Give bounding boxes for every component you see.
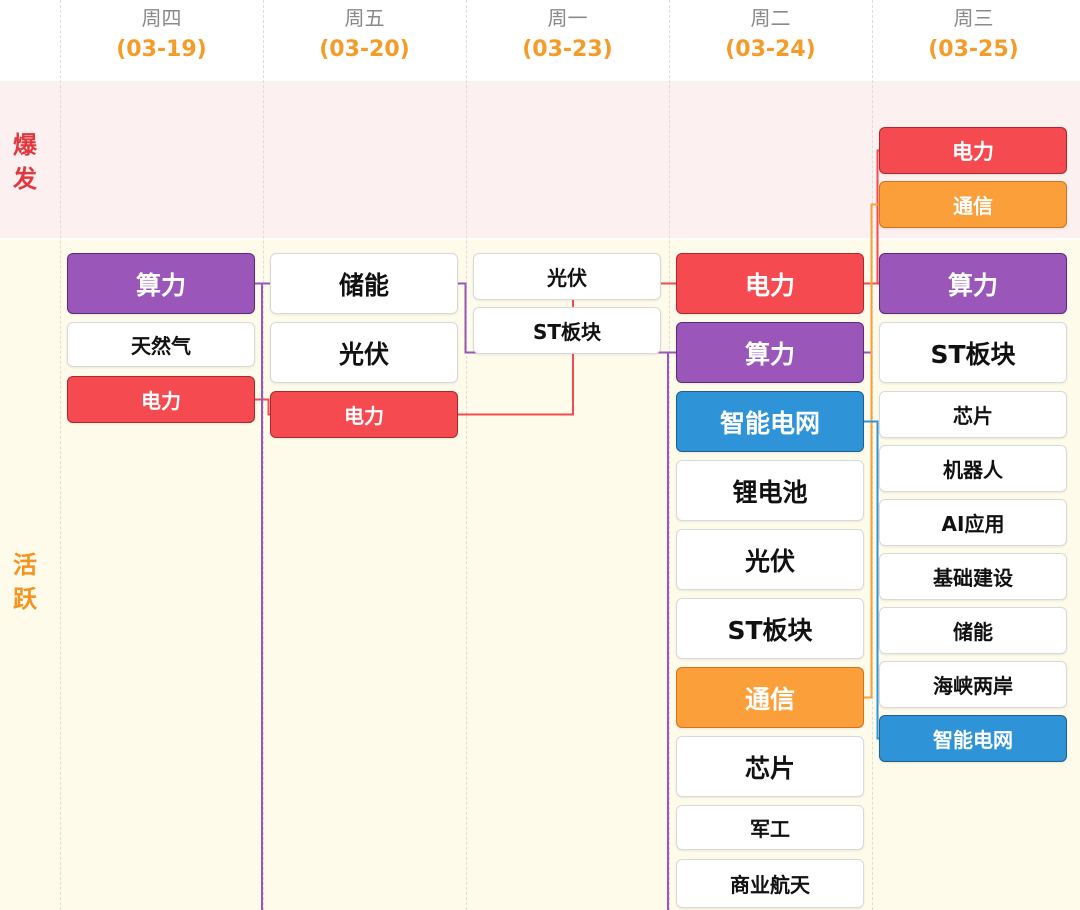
active-sector-card: 储能 (879, 607, 1067, 654)
active-sector-card: 光伏 (676, 529, 864, 590)
active-sector-card: AI应用 (879, 499, 1067, 546)
active-sector-card: 电力 (67, 376, 255, 423)
active-sector-card: 军工 (676, 805, 864, 850)
active-sector-card: ST板块 (879, 322, 1067, 383)
active-sector-card: 天然气 (67, 322, 255, 367)
burst-sector-card: 电力 (879, 127, 1067, 174)
active-sector-card: ST板块 (676, 598, 864, 659)
active-sector-card: 光伏 (473, 253, 661, 300)
active-sector-card: 商业航天 (676, 859, 864, 908)
active-sector-card: 芯片 (879, 391, 1067, 438)
connector-算力-tail (255, 282, 263, 910)
active-sector-card: 光伏 (270, 322, 458, 383)
active-sector-card: 通信 (676, 667, 864, 728)
connector-算力-tail (667, 351, 676, 910)
active-sector-card: 智能电网 (676, 391, 864, 452)
active-sector-card: 算力 (67, 253, 255, 314)
active-sector-card: 锂电池 (676, 460, 864, 521)
active-sector-card: 机器人 (879, 445, 1067, 492)
active-sector-card: 海峡两岸 (879, 661, 1067, 708)
active-sector-card: 电力 (270, 391, 458, 438)
active-sector-card: ST板块 (473, 307, 661, 354)
active-sector-card: 基础建设 (879, 553, 1067, 600)
active-sector-card: 电力 (676, 253, 864, 314)
active-sector-card: 算力 (879, 253, 1067, 314)
burst-sector-card: 通信 (879, 181, 1067, 228)
active-sector-card: 芯片 (676, 736, 864, 797)
active-sector-card: 储能 (270, 253, 458, 314)
active-sector-card: 算力 (676, 322, 864, 383)
active-sector-card: 智能电网 (879, 715, 1067, 762)
